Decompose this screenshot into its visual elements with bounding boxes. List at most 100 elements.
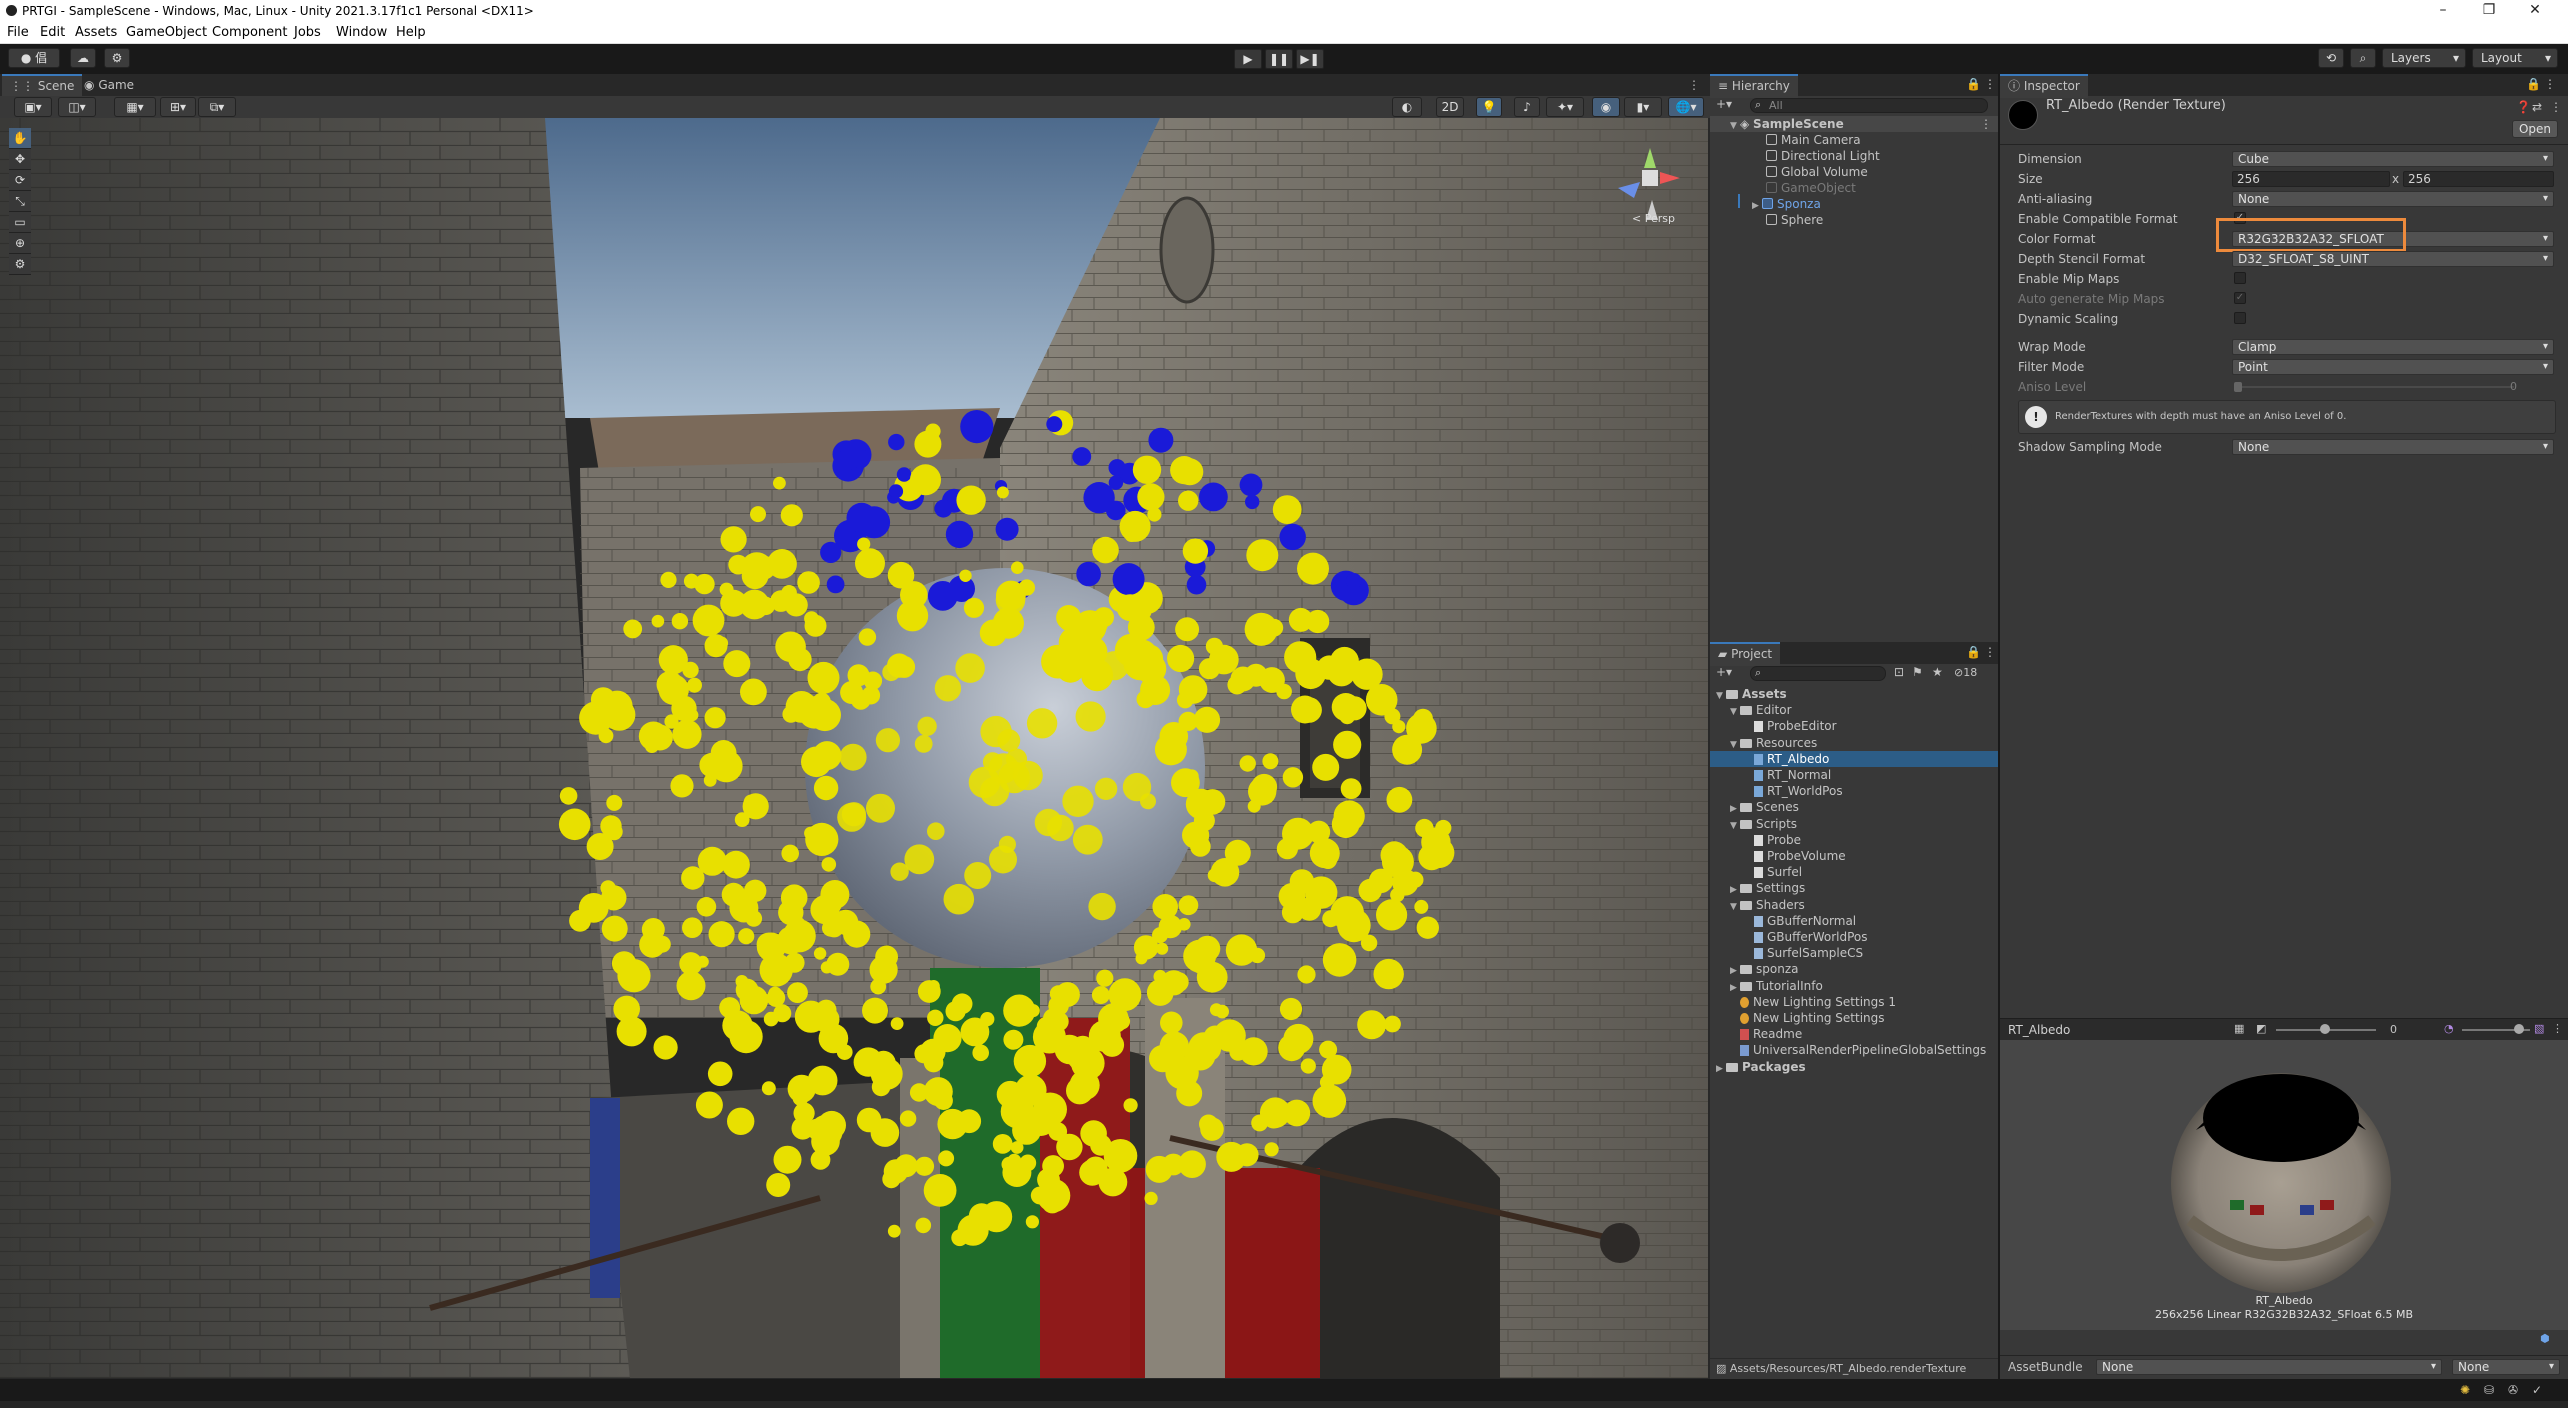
play-button[interactable]: ▶ (1234, 49, 1262, 69)
camera-mode-dropdown[interactable]: ◐ (1392, 97, 1422, 117)
tab-project[interactable]: ▰ Project (1710, 642, 1781, 666)
more-options-icon[interactable]: ⋮ (2544, 77, 2556, 91)
gizmos-dropdown[interactable]: 🌐▾ (1668, 97, 1704, 117)
render-mode-dropdown[interactable]: ◫▾ (58, 97, 96, 117)
project-tree-item[interactable]: ▶ TutorialInfo (1710, 978, 1998, 994)
add-button[interactable]: +▾ (1716, 97, 1732, 111)
project-tree-item[interactable]: GBufferNormal (1710, 913, 1998, 929)
tab-scene[interactable]: ⋮⋮ Scene (2, 74, 83, 98)
preset-icon[interactable]: ⇄ (2532, 100, 2542, 114)
history-button[interactable]: ⟲ (2318, 48, 2344, 68)
more-options-icon[interactable]: ⋮ (1688, 74, 1700, 96)
project-tree-item[interactable]: New Lighting Settings 1 (1710, 994, 1998, 1010)
hand-tool[interactable]: ✋ (9, 128, 31, 149)
project-tree-item[interactable]: Probe (1710, 832, 1998, 848)
hierarchy-item[interactable]: Main Camera (1766, 132, 1861, 148)
project-tree-item[interactable]: ▶ Scenes (1710, 799, 1998, 815)
size-height-field[interactable]: 256 (2403, 171, 2554, 187)
debug-icon[interactable]: ✇ (2508, 1383, 2518, 1397)
hierarchy-item-prefab[interactable]: ▶ Sponza (1752, 196, 1821, 212)
close-button[interactable]: ✕ (2512, 0, 2558, 22)
auto-mips-checkbox[interactable]: ✓ (2234, 292, 2246, 304)
search-by-type-icon[interactable]: ⊡ (1894, 665, 1904, 679)
layout-dropdown[interactable]: Layout ▾ (2472, 48, 2558, 68)
project-tree-item[interactable]: ▼ Editor (1710, 702, 1998, 718)
size-width-field[interactable]: 256 (2232, 171, 2390, 187)
account-button[interactable]: ● 倡 (8, 48, 60, 68)
search-by-label-icon[interactable]: ⚑ (1912, 665, 1923, 679)
project-tree-item[interactable]: ▼ Shaders (1710, 897, 1998, 913)
grid-dropdown[interactable]: ▦▾ (114, 97, 156, 117)
rotate-tool[interactable]: ⟳ (9, 170, 31, 191)
lighting-toggle[interactable]: 💡 (1476, 97, 1502, 117)
draw-mode-dropdown[interactable]: ▣▾ (14, 97, 52, 117)
audio-toggle[interactable]: ♪ (1514, 97, 1540, 117)
add-button[interactable]: +▾ (1716, 665, 1732, 679)
project-tree-item[interactable]: ▶ Packages (1710, 1059, 1998, 1075)
custom-tool[interactable]: ⚙ (9, 254, 31, 275)
exposure-slider-thumb[interactable] (2514, 1024, 2524, 1034)
assetbundle-variant-dropdown[interactable]: None (2452, 1359, 2560, 1375)
menu-window[interactable]: Window (336, 25, 387, 40)
project-tree-item[interactable]: RT_Albedo (1710, 750, 1998, 767)
scene-viewport[interactable]: < Persp ✋ ✥ ⟳ ⤡ ▭ ⊕ ⚙ (0, 118, 1708, 1378)
project-tree-item[interactable]: GBufferWorldPos (1710, 929, 1998, 945)
more-options-icon[interactable]: ⋮ (1984, 77, 1996, 91)
search-button[interactable]: ⌕ (2350, 48, 2376, 68)
hierarchy-item[interactable]: GameObject (1766, 180, 1856, 196)
project-tree-item[interactable]: ProbeVolume (1710, 848, 1998, 864)
hierarchy-item[interactable]: Sphere (1766, 212, 1823, 228)
menu-file[interactable]: File (7, 25, 29, 40)
project-tree-item[interactable]: UniversalRenderPipelineGlobalSettings (1710, 1042, 1998, 1058)
filter-icon[interactable]: ▧ (2534, 1022, 2544, 1035)
favorite-icon[interactable]: ★ (1932, 665, 1943, 679)
project-tree-item[interactable]: Readme (1710, 1026, 1998, 1042)
project-tree-item[interactable]: Surfel (1710, 864, 1998, 880)
more-options-icon[interactable]: ⋮ (2552, 1022, 2563, 1035)
project-tree-item[interactable]: SurfelSampleCS (1710, 945, 1998, 961)
dynamic-scaling-checkbox[interactable] (2234, 312, 2246, 324)
menu-help[interactable]: Help (396, 25, 426, 40)
menu-jobs[interactable]: Jobs (294, 25, 321, 40)
aniso-slider-track[interactable] (2234, 386, 2514, 388)
hierarchy-search-input[interactable]: ⌕ All (1750, 98, 1988, 113)
hidden-packages-toggle[interactable]: ⊘18 (1954, 666, 1977, 679)
visibility-toggle[interactable]: ◉ (1592, 97, 1620, 117)
lock-icon[interactable]: 🔒 (1966, 77, 1981, 91)
more-options-icon[interactable]: ⋮ (2550, 100, 2562, 114)
project-tree-item[interactable]: ▼ Resources (1710, 735, 1998, 751)
project-tree-item[interactable]: ▶ sponza (1710, 961, 1998, 977)
cache-icon[interactable]: ⛁ (2484, 1383, 2494, 1397)
more-options-icon[interactable]: ⋮ (1984, 645, 1996, 659)
project-tree-item[interactable]: RT_Normal (1710, 767, 1998, 783)
effects-dropdown[interactable]: ✦▾ (1546, 97, 1584, 117)
project-tree-item[interactable]: ▶ Settings (1710, 880, 1998, 896)
open-button[interactable]: Open (2512, 120, 2558, 138)
tab-hierarchy[interactable]: ≡ Hierarchy (1710, 74, 1798, 98)
tab-game[interactable]: ◉ Game (76, 74, 142, 96)
transform-tool[interactable]: ⊕ (9, 233, 31, 254)
step-button[interactable]: ▶❚ (1296, 49, 1324, 69)
assetbundle-dropdown[interactable]: None (2096, 1359, 2442, 1375)
project-tree-item[interactable]: ▼ Assets (1710, 686, 1998, 702)
project-tree-item[interactable]: New Lighting Settings (1710, 1010, 1998, 1026)
scene-root-row[interactable]: ▼ ◈ SampleScene ⋮ (1710, 116, 1998, 132)
anti-aliasing-dropdown[interactable]: None (2232, 191, 2554, 207)
mip-slider-thumb[interactable] (2320, 1024, 2330, 1034)
scale-tool[interactable]: ⤡ (9, 191, 31, 212)
layers-dropdown[interactable]: Layers ▾ (2382, 48, 2466, 68)
lock-icon[interactable]: 🔒 (1966, 645, 1981, 659)
exposure-icon[interactable]: ◔ (2444, 1022, 2454, 1035)
projection-label[interactable]: < Persp (1632, 212, 1675, 225)
filter-mode-dropdown[interactable]: Point (2232, 359, 2554, 375)
camera-dropdown[interactable]: ▮▾ (1624, 97, 1662, 117)
menu-gameobject[interactable]: GameObject (126, 25, 207, 40)
increment-dropdown[interactable]: ⧉▾ (198, 97, 236, 117)
mipmaps-checkbox[interactable] (2234, 272, 2246, 284)
menu-edit[interactable]: Edit (40, 25, 65, 40)
dimension-dropdown[interactable]: Cube (2232, 151, 2554, 167)
pause-button[interactable]: ❚❚ (1265, 49, 1293, 69)
bundle-icon[interactable]: ⬢ (2540, 1332, 2550, 1345)
menu-component[interactable]: Component (212, 25, 287, 40)
rect-tool[interactable]: ▭ (9, 212, 31, 233)
